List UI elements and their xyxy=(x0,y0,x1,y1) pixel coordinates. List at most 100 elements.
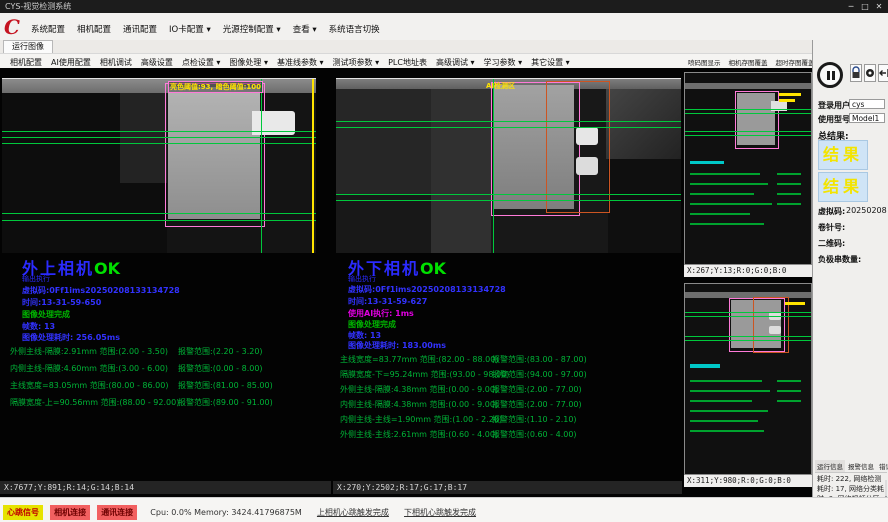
right-panel: 登录用户: cys 使用型号: Model1 总结果: 结果 结果 虚拟码: 2… xyxy=(812,40,888,497)
left-camera-image[interactable]: 亮色阈值:93, 暗色阈值:100 xyxy=(2,78,316,253)
measurement-row: 外侧主线-隔膜:2.91mm 范围:(2.00 - 3.50) xyxy=(10,346,168,357)
left-camera-result: OK xyxy=(94,259,120,278)
machine-block xyxy=(336,89,431,194)
lock-icon xyxy=(851,65,861,81)
target-icon xyxy=(865,65,875,81)
guide-line xyxy=(685,312,811,313)
roi-box-pink xyxy=(735,91,779,149)
qr-code-label: 二维码: xyxy=(818,238,845,249)
roi-box-orange xyxy=(753,297,789,353)
left-virtual-code: 虚拟码:0Ff1ims20250208133134728 xyxy=(22,285,180,296)
exit-button[interactable] xyxy=(878,64,888,82)
mid-ai-elapsed: 使用AI执行: 1ms xyxy=(348,308,414,319)
left-coords-bar: X:7677;Y:891;R:14;G:14;B:14 xyxy=(0,481,331,494)
maximize-button[interactable]: □ xyxy=(858,0,872,13)
model-field[interactable]: Model1 xyxy=(849,113,885,123)
guide-line xyxy=(685,109,811,110)
bright-feature xyxy=(576,157,598,175)
menu-item-view[interactable]: 查看 ▾ xyxy=(288,21,322,37)
comm-connect-badge: 通讯连接 xyxy=(97,505,137,520)
measurement-row: 外侧主线-隔膜:4.38mm 范围:(0.00 - 9.00) xyxy=(340,384,498,395)
pause-button[interactable] xyxy=(817,62,843,88)
alarm-range: 报警范围:(89.00 - 91.00) xyxy=(178,397,273,408)
measurement-row: 主线宽度=83.05mm 范围:(80.00 - 86.00) xyxy=(10,380,168,391)
texture-line xyxy=(690,380,762,382)
measurement-row: 内侧主线-主线=1.90mm 范围:(1.00 - 2.20) xyxy=(340,414,502,425)
guide-line xyxy=(685,135,811,136)
login-user-field[interactable]: cys xyxy=(849,99,885,109)
lock-button[interactable] xyxy=(850,64,862,82)
alarm-range: 报警范围:(0.60 - 4.00) xyxy=(492,429,577,440)
mid-camera-image[interactable]: AI检测区 xyxy=(336,78,681,253)
yellow-marker-line xyxy=(312,79,314,253)
mid-process-done: 图像处理完成 xyxy=(348,319,396,330)
overlay-text-mark xyxy=(785,302,805,305)
result-box-2: 结果 xyxy=(818,172,868,202)
menu-item-comm-config[interactable]: 通讯配置 xyxy=(118,21,162,37)
thumb-header-camera-save[interactable]: 相机存图覆盖 xyxy=(727,56,770,68)
measurement-row: 隔膜宽度-上=90.56mm 范围:(88.00 - 92.00) xyxy=(10,397,179,408)
bright-feature xyxy=(576,127,598,145)
thumb-camera-2[interactable] xyxy=(684,283,812,475)
roi-box-pink xyxy=(165,83,265,227)
tab-alarm-info[interactable]: 报警信息 xyxy=(846,460,876,472)
mid-coords-bar: X:270;Y:2502;R:17;G:17;B:17 xyxy=(333,481,682,494)
texture-line xyxy=(777,390,801,392)
menu-item-system-config[interactable]: 系统配置 xyxy=(26,21,70,37)
menu-item-io-config[interactable]: IO卡配置 ▾ xyxy=(164,21,216,37)
thumb-camera-1[interactable] xyxy=(684,72,812,265)
minimize-button[interactable]: ─ xyxy=(844,0,858,13)
overlay-text-mark xyxy=(779,93,801,96)
target-button[interactable] xyxy=(864,64,876,82)
window-title: CYS-视觉检测系统 xyxy=(5,0,71,13)
menu-items: 系统配置 相机配置 通讯配置 IO卡配置 ▾ 光源控制配置 ▾ 查看 ▾ 系统语… xyxy=(26,21,385,37)
upper-camera-trigger-link[interactable]: 上相机心跳触发完成 xyxy=(317,508,389,517)
result-box-1: 结果 xyxy=(818,140,868,170)
overlay-text-mark xyxy=(779,99,795,102)
lower-camera-trigger-link[interactable]: 下相机心跳触发完成 xyxy=(404,508,476,517)
guide-line xyxy=(685,131,811,132)
guide-line xyxy=(336,127,681,128)
tab-run-image[interactable]: 运行图像 xyxy=(3,40,53,53)
alarm-range: 报警范围:(1.10 - 2.10) xyxy=(492,414,577,425)
overlay-text-mark xyxy=(690,364,720,368)
menu-item-camera-config[interactable]: 相机配置 xyxy=(72,21,116,37)
guide-line xyxy=(685,336,811,337)
thumb2-coords-bar: X:311;Y:980;R:0;G:0;B:0 xyxy=(684,475,812,487)
texture-line xyxy=(690,410,768,412)
needle-number-label: 卷针号: xyxy=(818,222,845,233)
machine-rail xyxy=(685,83,811,89)
alarm-range: 报警范围:(83.00 - 87.00) xyxy=(492,354,587,365)
mid-camera-subtext: 输出执行 xyxy=(348,274,376,284)
guide-line xyxy=(2,143,316,144)
thumb-header-spray-image[interactable]: 喷码图显示 xyxy=(686,56,723,68)
guide-line xyxy=(336,121,681,122)
bright-feature xyxy=(769,326,781,334)
tab-run-info[interactable]: 运行信息 xyxy=(815,460,845,472)
texture-line xyxy=(690,213,750,215)
menu-item-language-switch[interactable]: 系统语言切换 xyxy=(324,21,385,37)
measurement-row: 主线宽度=83.77mm 范围:(82.00 - 88.00) xyxy=(340,354,498,365)
guide-line xyxy=(2,131,316,132)
ai-zone-label: AI检测区 xyxy=(486,81,515,91)
guide-line xyxy=(2,213,316,214)
thumb-header: 喷码图显示 相机存图覆盖 超时存图覆盖 xyxy=(686,56,810,68)
thumb-header-timeout-save[interactable]: 超时存图覆盖 xyxy=(774,56,817,68)
texture-line xyxy=(690,193,754,195)
pause-icon xyxy=(832,71,835,80)
machine-block xyxy=(606,89,681,159)
texture-line xyxy=(690,173,760,175)
tab-error-info[interactable]: 错误信息 xyxy=(877,460,888,472)
guide-line-vertical xyxy=(261,79,262,253)
menu-item-light-config[interactable]: 光源控制配置 ▾ xyxy=(218,21,286,37)
negative-count-label: 负极串数量: xyxy=(818,254,861,265)
mid-time: 时间:13-31-59-627 xyxy=(348,296,427,307)
alarm-range: 报警范围:(2.00 - 77.00) xyxy=(492,399,582,410)
alarm-range: 报警范围:(0.00 - 8.00) xyxy=(178,363,263,374)
login-user-label: 登录用户: xyxy=(818,100,853,111)
threshold-overlay-label: 亮色阈值:93, 暗色阈值:100 xyxy=(168,81,263,93)
texture-line xyxy=(777,173,801,175)
guide-line xyxy=(2,137,316,138)
left-time: 时间:13-31-59-650 xyxy=(22,297,101,308)
close-button[interactable]: ✕ xyxy=(872,0,886,13)
